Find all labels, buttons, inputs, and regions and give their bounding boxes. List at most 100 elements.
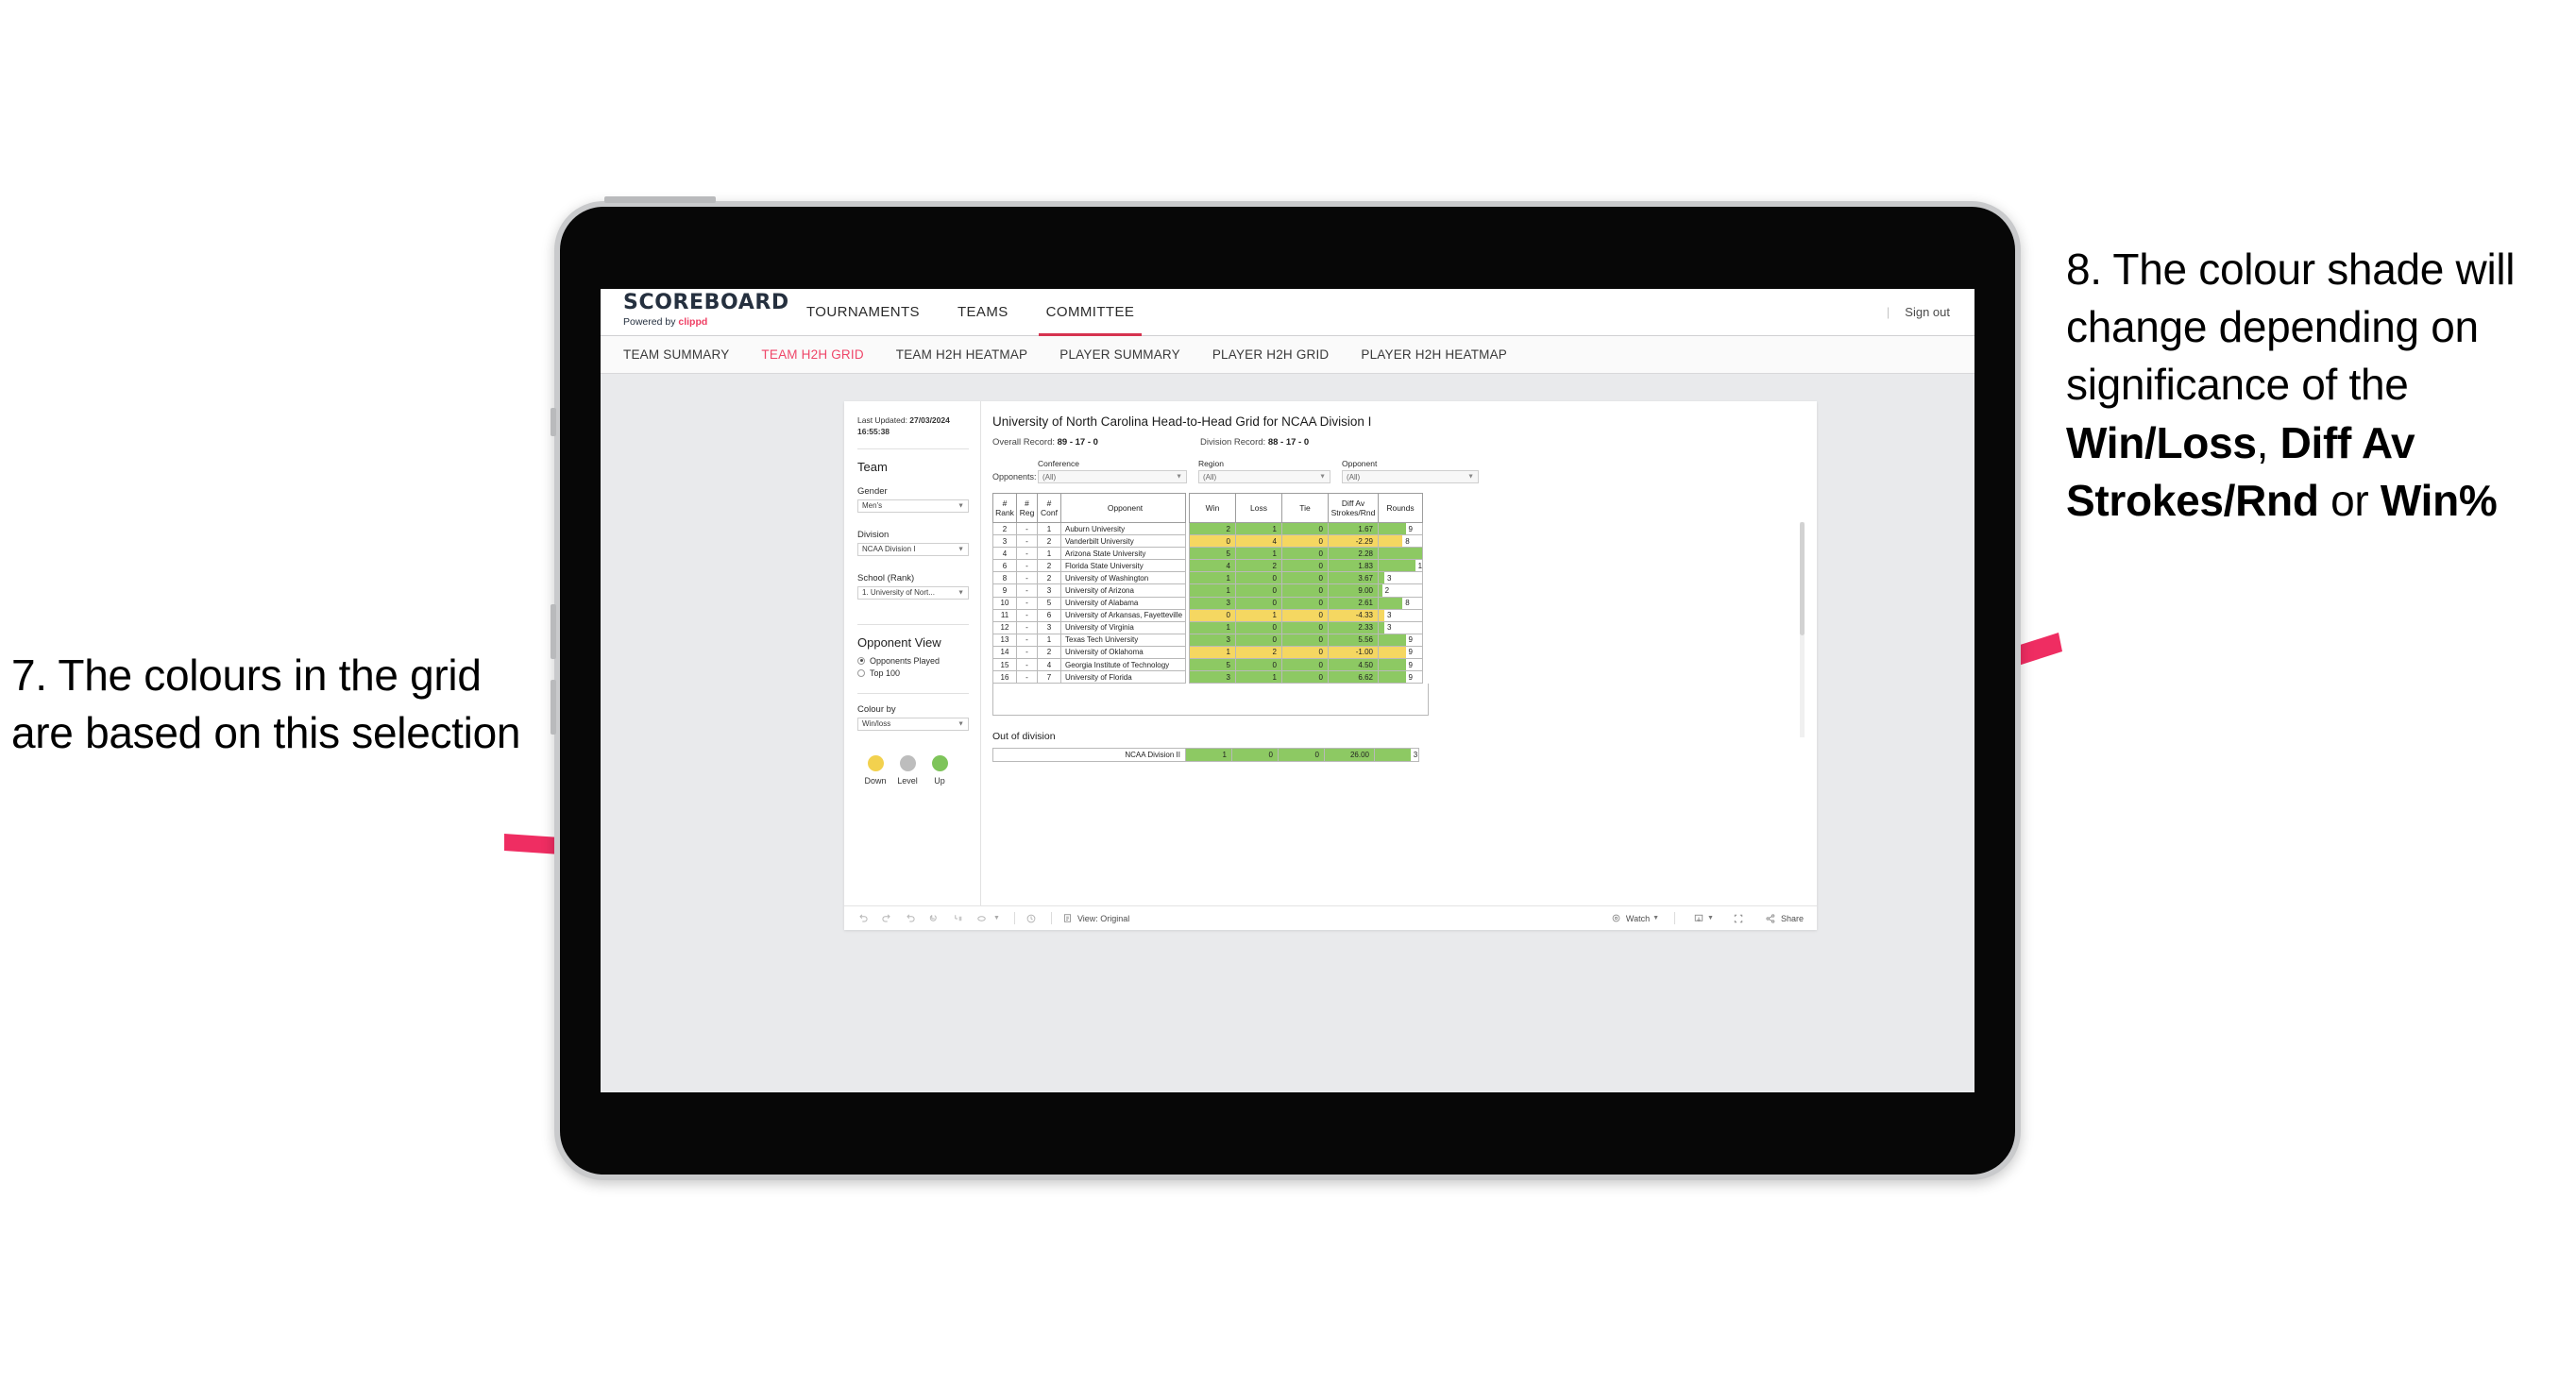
cell-diff-av-strokes: -2.29 [1328,534,1379,549]
view-original-button[interactable]: View: Original [1062,913,1129,923]
cell-opponent: Georgia Institute of Technology [1060,658,1186,672]
viz-container: Last Updated: 27/03/2024 16:55:38 Team Ge… [601,374,1974,930]
chevron-down-icon: ▼ [958,589,964,597]
cell-diff-av-strokes: 6.62 [1328,670,1379,685]
overall-record-label: Overall Record: [992,437,1058,448]
cell-conf: 7 [1037,670,1061,685]
colour-by-select[interactable]: Win/loss ▼ [857,717,969,731]
table-row[interactable]: 6-2Florida State University4201.8312 [992,559,1423,573]
cell-opponent: University of Washington [1060,571,1186,585]
radio-top-100[interactable]: Top 100 [857,668,969,678]
sign-out-link[interactable]: Sign out [1905,305,1950,319]
table-row[interactable]: 11-6 University of Arkansas, Fayetteville… [992,608,1423,622]
school-label: School (Rank) [857,572,915,583]
cell-reg: - [1016,596,1038,610]
cell-rank: 13 [992,633,1017,647]
share-button[interactable]: Share [1765,913,1804,924]
division-select[interactable]: NCAA Division I ▼ [857,542,969,556]
subnav-item-player-summary[interactable]: PLAYER SUMMARY [1059,347,1180,362]
gender-label: Gender [857,485,888,497]
cell-tie: 0 [1281,596,1329,610]
cell-loss: 0 [1235,658,1282,672]
radio-opponents-played-label: Opponents Played [870,655,941,666]
grid-scrollbar-thumb[interactable] [1800,522,1805,635]
cell-win: 1 [1189,571,1236,585]
table-row[interactable]: 12-3 University of Virginia 1 0 0 2.33 3 [992,620,1423,634]
undo-icon[interactable] [857,913,869,924]
table-row[interactable]: 3-2 Vanderbilt University 0 4 0 -2.29 8 [992,534,1423,549]
app-logo[interactable]: SCOREBOARD Powered by clippd [623,293,788,331]
col-loss[interactable]: Loss [1235,493,1282,523]
table-row[interactable]: 10-5 University of Alabama 3 0 0 2.61 8 [992,596,1423,610]
rounds-value: 9 [1408,635,1413,645]
subnav-item-team-h2h-grid[interactable]: TEAM H2H GRID [761,347,863,362]
cell-reg: - [1016,521,1038,536]
radio-opponents-played[interactable]: Opponents Played [857,656,969,666]
conference-select[interactable]: (All) ▼ [1038,470,1187,483]
table-row[interactable]: 2-1 Auburn University 2 1 0 1.67 9 [992,521,1423,536]
fullscreen-button[interactable] [1733,913,1744,924]
table-row[interactable]: 15-4 Georgia Institute of Technology 5 0 0 4.… [992,658,1423,672]
col-tie[interactable]: Tie [1281,493,1329,523]
table-row[interactable]: 13-1 Texas Tech University 3 0 0 5.56 9 [992,633,1423,647]
table-row[interactable]: 14-2 University of Oklahoma 1 2 0 -1.00 9 [992,645,1423,660]
overall-record-value: 89 - 17 - 0 [1057,437,1098,448]
col-win[interactable]: Win [1189,493,1236,523]
cell-rounds: 9 [1378,645,1423,660]
annotation-right-part1: 8. The colour shade will change dependin… [2066,245,2516,410]
revert-icon[interactable] [905,913,916,924]
table-row[interactable]: 4-1Arizona State University5102.2817 [992,547,1423,561]
last-updated-time: 16:55:38 [857,427,890,437]
cell-win: 2 [1189,521,1236,536]
subnav-item-player-h2h-grid[interactable]: PLAYER H2H GRID [1212,347,1330,362]
logo-brand-name: clippd [678,316,708,329]
eye-icon [1612,914,1620,922]
table-row[interactable]: 9-3 University of Arizona 1 0 0 9.00 2 [992,583,1423,598]
cell-rank: 4 [992,547,1017,561]
col-diff-av-strokes[interactable]: Diff Av Strokes/Rnd [1328,493,1379,523]
col-rank[interactable]: # Rank [992,493,1017,523]
col-rounds[interactable]: Rounds [1378,493,1423,523]
conference-label: Conference [1038,459,1079,468]
division-label: Division [857,529,890,540]
records-row: Overall Record: 89 - 17 - 0 Division Rec… [992,437,1802,448]
tablet-device: SCOREBOARD Powered by clippd TOURNAMENTS… [554,201,2021,1180]
region-select[interactable]: (All) ▼ [1198,470,1330,483]
redo-icon[interactable] [881,913,892,924]
nav-item-committee[interactable]: COMMITTEE [1027,289,1154,336]
col-opponent[interactable]: Opponent [1060,493,1186,523]
cell-diff-av-strokes: 3.67 [1328,571,1379,585]
grid-scrollbar-track[interactable] [1800,522,1805,737]
cell-rank: 3 [992,534,1017,549]
opponent-select[interactable]: (All) ▼ [1342,470,1479,483]
cell-reg: - [1016,658,1038,672]
cell-loss: 0 [1235,633,1282,647]
pause-icon[interactable] [952,913,963,924]
table-row[interactable]: 8-2 University of Washington 1 0 0 3.67 3 [992,571,1423,585]
col-conf[interactable]: # Conf [1037,493,1061,523]
out-of-division-title: Out of division [992,731,1056,743]
cell-opponent: Florida State University [1060,559,1186,573]
history-icon[interactable] [1025,913,1037,924]
nav-item-tournaments[interactable]: TOURNAMENTS [788,289,939,335]
chevron-down-icon: ▼ [1467,473,1474,481]
loop-icon[interactable]: ▼ [975,913,1000,924]
col-reg[interactable]: # Reg [1016,493,1038,523]
refresh-icon[interactable] [928,913,940,924]
subnav-item-team-h2h-heatmap[interactable]: TEAM H2H HEATMAP [896,347,1027,362]
download-button[interactable]: ▼ [1693,913,1714,924]
subnav-item-player-h2h-heatmap[interactable]: PLAYER H2H HEATMAP [1361,347,1507,362]
watch-button[interactable]: Watch ▼ [1611,913,1659,923]
tablet-power-button [604,196,716,203]
cell-reg: - [1016,633,1038,647]
school-select[interactable]: 1. University of Nort... ▼ [857,585,969,600]
cell-reg: - [1016,559,1038,573]
subnav-item-team-summary[interactable]: TEAM SUMMARY [623,347,729,362]
nav-item-teams[interactable]: TEAMS [939,289,1027,335]
cell-conf: 2 [1037,571,1061,585]
table-row[interactable]: 16-7 University of Florida 3 1 0 6.62 9 [992,670,1423,685]
gender-select[interactable]: Men's ▼ [857,499,969,513]
cell-opponent: Auburn University [1060,521,1186,536]
cell-tie: 0 [1281,547,1329,561]
cell-rank: 15 [992,658,1017,672]
